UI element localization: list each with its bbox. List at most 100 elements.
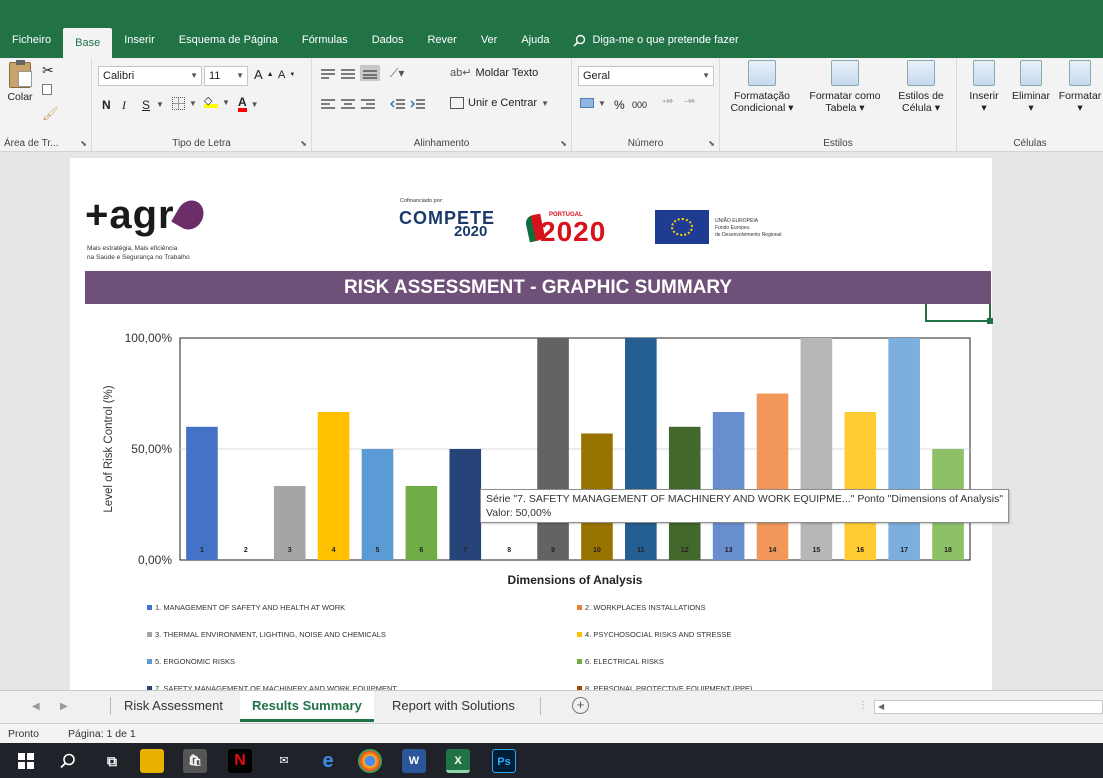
- decrease-decimal-icon[interactable]: ⁻⁰⁰: [684, 98, 695, 107]
- status-page: Página: 1 de 1: [68, 728, 136, 740]
- tab-ficheiro[interactable]: Ficheiro: [0, 22, 63, 58]
- paste-button[interactable]: Colar: [4, 60, 36, 103]
- increase-decimal-icon[interactable]: ⁺⁰⁰: [662, 98, 673, 107]
- scroll-left-arrow-icon[interactable]: ◀: [878, 702, 884, 711]
- word-icon[interactable]: W: [402, 749, 426, 773]
- align-center-icon[interactable]: [340, 98, 356, 110]
- font-size-value: 11: [209, 70, 221, 82]
- increase-indent-icon[interactable]: [410, 98, 426, 110]
- search-icon[interactable]: [56, 749, 80, 773]
- tab-ver[interactable]: Ver: [469, 22, 510, 58]
- cells-label: Células: [1013, 138, 1047, 149]
- currency-button[interactable]: ▼: [580, 98, 606, 108]
- tab-inserir[interactable]: Inserir: [112, 22, 167, 58]
- italic-button[interactable]: I: [122, 98, 126, 113]
- borders-button[interactable]: ▼: [172, 97, 197, 110]
- align-right-icon[interactable]: [360, 98, 376, 110]
- windows-start-icon[interactable]: [14, 749, 38, 773]
- cell-styles-button[interactable]: Estilos de Célula ▾: [888, 60, 954, 114]
- insert-cells-label: Inserir: [969, 90, 999, 102]
- clipboard-launcher-icon[interactable]: ⬊: [80, 139, 87, 148]
- worksheet-page[interactable]: +agr Mais estratégia, Mais eficiência na…: [70, 158, 1010, 693]
- tell-me-box[interactable]: Diga-me o que pretende fazer: [573, 34, 739, 47]
- copy-icon[interactable]: [42, 84, 52, 95]
- bold-button[interactable]: N: [102, 98, 111, 112]
- edge-icon[interactable]: e: [316, 749, 340, 773]
- merge-label: Unir e Centrar: [468, 97, 538, 109]
- plot-area: 0,00%50,00%100,00%1 2 3 4 5 6 7 8 9 10 11 12 13 14 15 1…: [125, 331, 971, 567]
- wrap-text-button[interactable]: ab↵ Moldar Texto: [450, 66, 538, 80]
- clipboard-icon: [9, 60, 32, 88]
- orientation-icon[interactable]: ⟋▾: [390, 66, 404, 81]
- styles-group: Formatação Condicional ▾ Formatar como T…: [720, 58, 957, 152]
- bar: [537, 338, 569, 560]
- legend-item: 4. PSYCHOSOCIAL RISKS AND STRESSE: [577, 630, 731, 639]
- task-view-icon[interactable]: ⧉: [100, 749, 124, 773]
- merge-icon: [450, 97, 464, 109]
- title-bar: Ficheiro Base Inserir Esquema de Página …: [0, 0, 1103, 58]
- thousands-button[interactable]: 000: [632, 100, 647, 110]
- font-color-button[interactable]: A ▼: [238, 96, 259, 112]
- legend-swatch: [147, 605, 152, 610]
- y-tick-label: 100,00%: [125, 331, 173, 345]
- delete-cells-button[interactable]: Eliminar ▾: [1007, 60, 1055, 114]
- tab-ajuda[interactable]: Ajuda: [509, 22, 561, 58]
- tab-rever[interactable]: Rever: [415, 22, 468, 58]
- cut-icon[interactable]: ✂: [42, 62, 54, 79]
- tooltip-value-text: Valor: 50,00%: [486, 507, 552, 519]
- tab-esquema-de-pagina[interactable]: Esquema de Página: [167, 22, 290, 58]
- shrink-font-button[interactable]: A ▼: [278, 69, 295, 81]
- decrease-indent-icon[interactable]: [390, 98, 406, 110]
- align-top-icon[interactable]: [320, 68, 336, 80]
- number-launcher-icon[interactable]: ⬊: [708, 139, 715, 148]
- number-format-combo[interactable]: Geral ▼: [578, 66, 714, 86]
- format-as-table-label-1: Formatar como: [809, 90, 881, 102]
- grow-font-label: A: [254, 67, 263, 82]
- tab-formulas[interactable]: Fórmulas: [290, 22, 360, 58]
- alignment-launcher-icon[interactable]: ⬊: [560, 139, 567, 148]
- fill-color-button[interactable]: ◇ ▼: [204, 96, 230, 108]
- photoshop-icon[interactable]: Ps: [492, 749, 516, 773]
- conditional-formatting-button[interactable]: Formatação Condicional ▾: [722, 60, 802, 114]
- netflix-icon[interactable]: N: [228, 749, 252, 773]
- percent-button[interactable]: %: [614, 98, 625, 112]
- bar: [756, 393, 789, 560]
- insert-cells-button[interactable]: Inserir ▾: [961, 60, 1007, 114]
- tab-base[interactable]: Base: [63, 28, 113, 58]
- chrome-icon[interactable]: [358, 749, 382, 773]
- file-explorer-icon[interactable]: [140, 749, 164, 773]
- font-name-combo[interactable]: Calibri ▼: [98, 66, 202, 86]
- cells-group: Inserir ▾ Eliminar ▾ Formatar ▾ Células: [957, 58, 1103, 152]
- format-as-table-button[interactable]: Formatar como Tabela ▾: [804, 60, 886, 114]
- next-sheet-arrow-icon[interactable]: ▶: [60, 701, 68, 712]
- excel-icon[interactable]: X: [446, 749, 470, 773]
- prev-sheet-arrow-icon[interactable]: ◀: [32, 701, 40, 712]
- conditional-formatting-label-2: Condicional: [730, 102, 786, 114]
- align-middle-icon[interactable]: [340, 68, 356, 80]
- bar: [625, 338, 657, 560]
- horizontal-scrollbar[interactable]: [874, 700, 1103, 714]
- bar-category-label: 14: [769, 547, 777, 554]
- wrap-text-icon: ab↵: [450, 67, 472, 79]
- align-left-icon[interactable]: [320, 98, 336, 110]
- grow-font-button[interactable]: A ▲: [254, 67, 274, 82]
- ribbon-tabs: Ficheiro Base Inserir Esquema de Página …: [0, 22, 739, 58]
- format-painter-icon[interactable]: 🖌: [42, 106, 59, 122]
- font-size-combo[interactable]: 11 ▼: [204, 66, 248, 86]
- sheet-tab-report-with-solutions[interactable]: Report with Solutions: [380, 691, 527, 720]
- tab-dados[interactable]: Dados: [360, 22, 416, 58]
- format-cells-button[interactable]: Formatar ▾: [1057, 60, 1103, 114]
- mail-icon[interactable]: ✉: [272, 749, 296, 773]
- store-icon[interactable]: 🛍: [183, 749, 207, 773]
- align-bottom-icon[interactable]: [360, 65, 380, 81]
- underline-button[interactable]: S: [142, 98, 150, 112]
- sheet-tab-results-summary[interactable]: Results Summary: [240, 691, 374, 722]
- add-sheet-icon[interactable]: +: [572, 697, 589, 714]
- font-group-label: Tipo de Letra: [172, 138, 231, 149]
- font-launcher-icon[interactable]: ⬊: [300, 139, 307, 148]
- merge-center-button[interactable]: Unir e Centrar ▼: [450, 97, 549, 109]
- chevron-down-icon[interactable]: ▼: [156, 100, 164, 109]
- split-handle-icon[interactable]: ⋮: [858, 700, 868, 711]
- sheet-tab-risk-assessment[interactable]: Risk Assessment: [112, 691, 235, 720]
- windows-taskbar: ⧉ 🛍 N ✉ e W X Ps: [0, 743, 1103, 778]
